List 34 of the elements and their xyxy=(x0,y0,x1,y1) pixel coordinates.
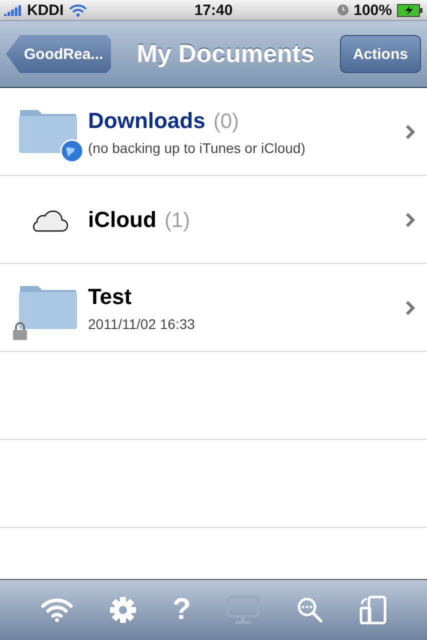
actions-button[interactable]: Actions xyxy=(340,35,421,73)
clock-time: 17:40 xyxy=(194,2,233,18)
wifi-button[interactable] xyxy=(40,597,74,623)
chevron-icon xyxy=(405,124,415,140)
lock-icon xyxy=(12,321,28,341)
folder-subtitle: 2011/11/02 16:33 xyxy=(88,316,196,332)
search-button[interactable] xyxy=(296,596,324,624)
signal-icon xyxy=(4,4,22,16)
wifi-icon xyxy=(68,4,87,16)
chevron-icon xyxy=(405,300,415,316)
settings-icon xyxy=(109,596,138,624)
nav-title: My Documents xyxy=(136,40,314,68)
chevron-icon xyxy=(405,212,415,228)
back-button[interactable]: GoodRea... xyxy=(6,35,112,73)
folder-row[interactable]: Downloads (0) (no backing up to iTunes or iCloud) xyxy=(0,88,427,176)
folder-name: iCloud xyxy=(88,206,156,232)
battery-icon xyxy=(397,4,423,16)
item-count: (0) xyxy=(213,110,240,134)
carrier-label: KDDI xyxy=(27,2,64,18)
settings-button[interactable] xyxy=(109,596,138,624)
folder-row[interactable]: Test 2011/11/02 16:33 xyxy=(0,264,427,352)
folder-name: Downloads xyxy=(88,108,206,134)
monitor-icon xyxy=(226,595,260,625)
item-count: (1) xyxy=(164,208,190,232)
devices-button[interactable] xyxy=(359,595,388,625)
wifi-icon xyxy=(40,597,74,623)
devices-icon xyxy=(359,595,388,625)
folder-row[interactable]: iCloud (1) xyxy=(0,176,427,264)
globe-icon xyxy=(60,139,84,163)
folder-name: Test xyxy=(88,284,132,310)
search-icon xyxy=(296,596,324,624)
folder-subtitle: (no backing up to iTunes or iCloud) xyxy=(88,140,306,156)
alarm-icon xyxy=(336,4,349,16)
battery-percent: 100% xyxy=(354,2,392,18)
